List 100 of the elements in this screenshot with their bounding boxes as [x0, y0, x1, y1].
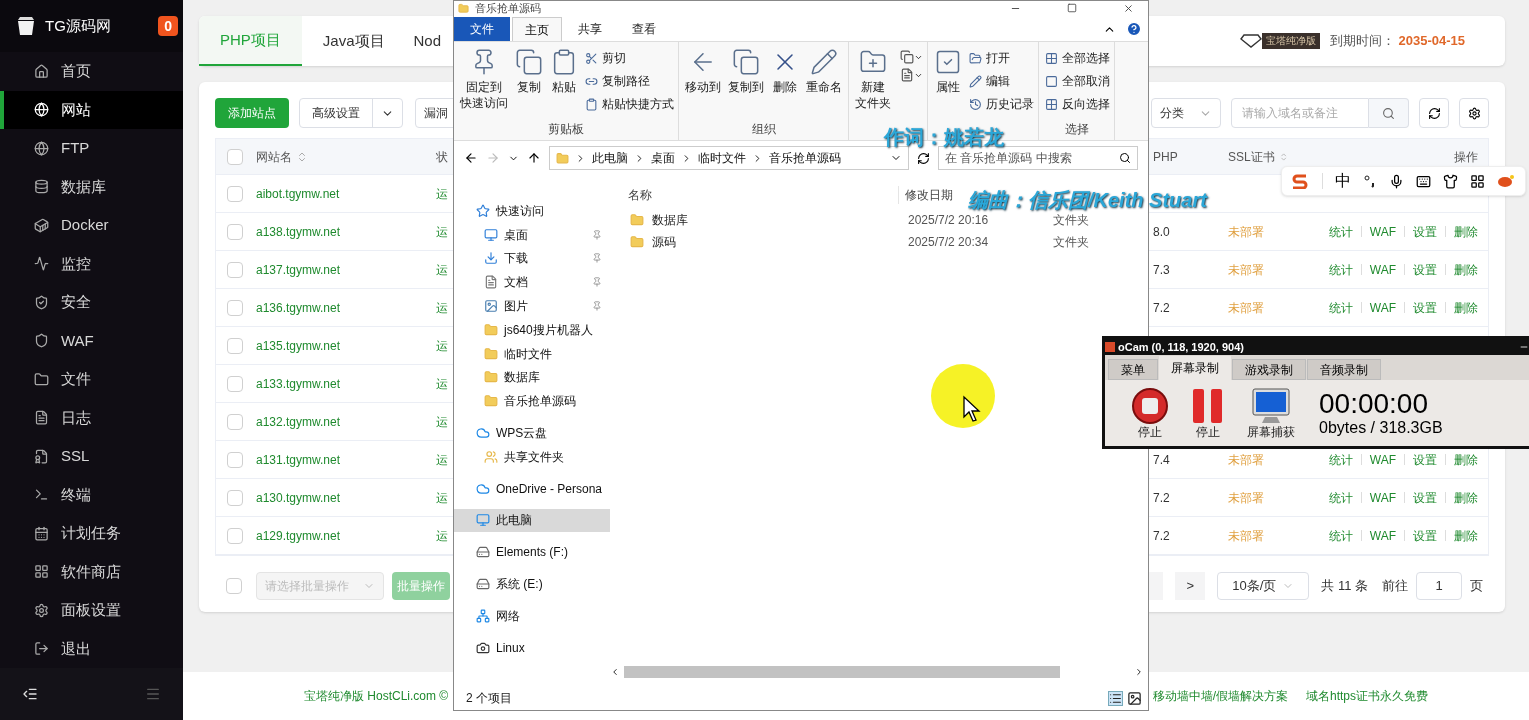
ribbon-button[interactable]: 复制到 — [726, 48, 766, 120]
nav-item[interactable]: 临时文件 — [454, 341, 610, 366]
action-link[interactable]: 设置 — [1413, 450, 1437, 469]
ocam-button[interactable]: 屏幕捕获 — [1247, 387, 1295, 439]
nav-item[interactable]: 文档 — [454, 270, 610, 295]
nav-item[interactable]: 此电脑 — [454, 508, 610, 533]
nav-item[interactable]: 下载 — [454, 246, 610, 271]
sidebar-item[interactable]: 终端 — [0, 475, 183, 514]
ribbon-small-button[interactable]: 反向选择 — [1045, 94, 1110, 114]
input-mode-toggle[interactable]: 中 — [1335, 169, 1351, 193]
sidebar-item[interactable]: 计划任务 — [0, 514, 183, 553]
action-link[interactable]: 统计 — [1328, 260, 1353, 279]
action-link[interactable]: 统计 — [1328, 488, 1353, 507]
sidebar-item[interactable]: 首页 — [0, 52, 183, 91]
ribbon-small-button[interactable]: 编辑 — [969, 71, 1034, 91]
sidebar-item[interactable]: Docker — [0, 206, 183, 245]
site-name-link[interactable]: a130.tgymw.net — [256, 488, 341, 507]
action-link[interactable]: 设置 — [1413, 298, 1437, 317]
ocam-tab[interactable]: 音频录制 — [1307, 359, 1381, 380]
action-link[interactable]: WAF — [1369, 260, 1396, 279]
action-link[interactable]: WAF — [1369, 298, 1396, 317]
project-tab[interactable]: Java项目 — [301, 16, 393, 66]
site-name-link[interactable]: a129.tgymw.net — [256, 526, 341, 545]
notification-badge[interactable]: 0 — [158, 16, 178, 36]
site-name-link[interactable]: a133.tgymw.net — [256, 374, 341, 393]
ribbon-button[interactable]: 新建 文件夹 — [853, 48, 893, 120]
breadcrumb-item[interactable]: 音乐抢单源码 — [769, 149, 841, 167]
sidebar-item[interactable]: 面板设置 — [0, 591, 183, 630]
action-link[interactable]: 设置 — [1413, 488, 1437, 507]
action-link[interactable]: 删除 — [1454, 260, 1478, 279]
action-link[interactable]: 设置 — [1413, 526, 1437, 545]
nav-item[interactable]: 快速访问 — [454, 199, 610, 223]
nav-item[interactable]: Linux — [454, 635, 610, 660]
sidebar-item[interactable]: 网站 — [0, 90, 183, 129]
ribbon-small-button[interactable]: 剪切 — [585, 48, 674, 68]
ribbon-tab[interactable]: 主页 — [512, 17, 562, 41]
action-link[interactable]: WAF — [1369, 488, 1396, 507]
action-link[interactable]: 删除 — [1454, 450, 1478, 469]
sidebar-item[interactable]: 数据库 — [0, 167, 183, 206]
project-tab[interactable]: Nod — [392, 16, 450, 66]
file-name[interactable]: 源码 — [652, 233, 676, 251]
nav-item[interactable]: 图片 — [454, 294, 610, 318]
footer-link[interactable]: 域名https证书永久免费 — [1306, 687, 1428, 705]
page-size-select[interactable]: 10条/页 — [1217, 572, 1310, 600]
sidebar-item[interactable]: 日志 — [0, 398, 183, 437]
nav-item[interactable]: WPS云盘 — [454, 421, 610, 445]
site-name-link[interactable]: aibot.tgymw.net — [256, 184, 340, 203]
sidebar-item[interactable]: FTP — [0, 129, 183, 168]
search-field[interactable]: 请输入域名或备注 — [1231, 98, 1369, 128]
ocam-tab[interactable]: 屏幕录制 — [1159, 356, 1231, 380]
ribbon-button[interactable]: 删除 — [769, 48, 801, 120]
column-header[interactable]: 名称 — [628, 186, 652, 204]
action-link[interactable]: 统计 — [1328, 450, 1353, 469]
site-name-link[interactable]: a135.tgymw.net — [256, 336, 341, 355]
action-link[interactable]: 设置 — [1413, 260, 1437, 279]
breadcrumb-item[interactable]: 桌面 — [651, 149, 675, 167]
action-link[interactable]: 删除 — [1454, 526, 1478, 545]
sidebar-item[interactable]: 安全 — [0, 283, 183, 322]
next-page-button[interactable]: > — [1175, 572, 1206, 600]
site-name-link[interactable]: a138.tgymw.net — [256, 222, 341, 241]
sidebar-item[interactable]: SSL — [0, 437, 183, 476]
site-name-link[interactable]: a132.tgymw.net — [256, 412, 341, 431]
nav-item[interactable]: 音乐抢单源码 — [454, 389, 610, 414]
ocam-tab[interactable]: 菜单 — [1108, 359, 1158, 380]
ribbon-small-button[interactable]: 全部取消 — [1045, 71, 1110, 91]
footer-link[interactable]: 移动墙中墙/假墙解决方案 — [1152, 687, 1288, 705]
ribbon-button[interactable]: 属性 — [932, 48, 964, 120]
ribbon-small-button[interactable]: 粘贴快捷方式 — [585, 94, 674, 114]
sidebar-item[interactable]: 监控 — [0, 244, 183, 283]
ocam-button[interactable]: 停止 — [1191, 387, 1225, 439]
action-link[interactable]: 统计 — [1328, 298, 1353, 317]
action-link[interactable]: WAF — [1369, 450, 1396, 469]
ribbon-button[interactable]: 重命名 — [804, 48, 844, 120]
address-bar[interactable]: 此电脑 桌面 临时文件 音乐抢单源码 — [549, 146, 909, 170]
action-link[interactable]: WAF — [1369, 526, 1396, 545]
column-header[interactable]: 修改日期 — [905, 186, 953, 204]
ribbon-button[interactable]: 固定到 快速访问 — [458, 48, 510, 120]
action-link[interactable]: 删除 — [1454, 488, 1478, 507]
ribbon-button[interactable]: 复制 — [513, 48, 545, 120]
nav-item[interactable]: 网络 — [454, 603, 610, 628]
sidebar-item[interactable]: 文件 — [0, 360, 183, 399]
ribbon-small-button[interactable]: 历史记录 — [969, 94, 1034, 114]
ocam-tab[interactable]: 游戏录制 — [1232, 359, 1306, 380]
search-field[interactable]: 在 音乐抢单源码 中搜索 — [938, 146, 1138, 170]
ribbon-small-button[interactable]: 打开 — [969, 48, 1034, 68]
nav-item[interactable]: 数据库 — [454, 365, 610, 390]
sidebar-item[interactable]: 软件商店 — [0, 552, 183, 591]
sidebar-item[interactable]: 退出 — [0, 629, 183, 668]
ocam-button[interactable]: 停止 — [1131, 387, 1169, 439]
nav-item[interactable]: 系统 (E:) — [454, 572, 610, 596]
sidebar-item[interactable]: WAF — [0, 321, 183, 360]
advanced-settings-button[interactable]: 高级设置 — [299, 98, 403, 128]
nav-item[interactable]: js640搜片机器人 — [454, 318, 610, 342]
nav-item[interactable]: 共享文件夹 — [454, 444, 610, 469]
page-input[interactable]: 1 — [1416, 572, 1462, 600]
ribbon-button[interactable]: 粘贴 — [548, 48, 580, 120]
file-name[interactable]: 数据库 — [652, 211, 688, 229]
action-link[interactable]: 统计 — [1328, 526, 1353, 545]
column-header[interactable]: 网站名 — [256, 147, 292, 166]
column-header[interactable]: SSL证书 — [1228, 147, 1275, 166]
